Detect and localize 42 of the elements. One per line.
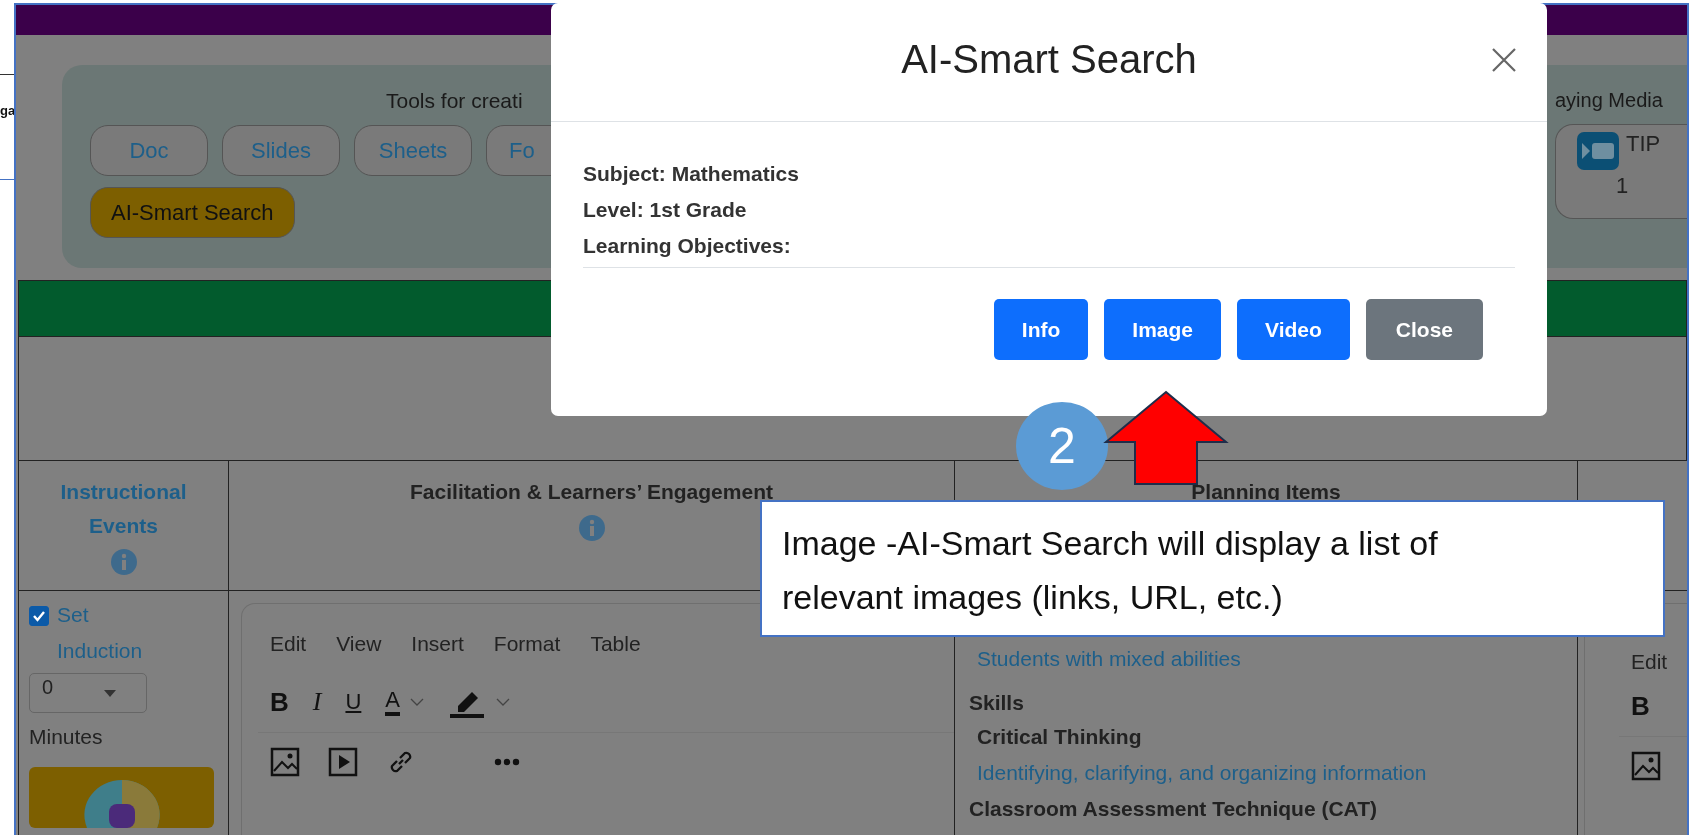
- menu-item[interactable]: Format: [493, 632, 561, 656]
- color-button[interactable]: A: [385, 688, 401, 716]
- chevron-down-icon: [496, 697, 511, 707]
- menu-item[interactable]: Edit: [270, 632, 307, 656]
- tool-button[interactable]: AI-Smart Search: [90, 187, 295, 238]
- underline-button[interactable]: U: [345, 689, 362, 715]
- checkbox-label: Set Induction: [57, 602, 144, 664]
- planning-heading: Critical Thinking: [976, 724, 1142, 750]
- search-button[interactable]: Video: [1237, 299, 1350, 360]
- menu-item[interactable]: Table: [590, 632, 641, 656]
- bold-button[interactable]: B: [1631, 690, 1650, 722]
- chevron-down-icon: [410, 697, 425, 707]
- planning-heading: Classroom Assessment Technique (CAT): [969, 796, 1378, 822]
- panel-title: aying Media: [1555, 89, 1663, 112]
- search-button[interactable]: Info: [993, 299, 1089, 360]
- minutes-select[interactable]: 0: [29, 673, 147, 714]
- search-button[interactable]: Image: [1104, 299, 1221, 360]
- italic-button[interactable]: I: [312, 687, 322, 717]
- planning-heading: Skills: [969, 690, 1024, 716]
- tip-button[interactable]: TIP 1: [1555, 124, 1687, 219]
- dialog-title: AI-Smart Search: [901, 36, 1197, 82]
- menu-item[interactable]: Edit: [1631, 650, 1668, 674]
- menu-item[interactable]: Insert: [411, 632, 464, 656]
- panel-title: Tools for creati: [386, 89, 523, 113]
- menu-item[interactable]: View: [336, 632, 382, 656]
- bold-button[interactable]: B: [270, 686, 289, 718]
- image-icon: [270, 747, 300, 777]
- image-icon: [1631, 751, 1661, 781]
- video-camera-icon: [1576, 131, 1620, 171]
- caret-icon: [104, 689, 116, 697]
- close-icon[interactable]: [1491, 47, 1517, 73]
- checkmark-icon: [32, 610, 46, 622]
- close-button[interactable]: Close: [1365, 299, 1483, 360]
- video-icon: [328, 747, 358, 777]
- more-icon: [494, 758, 520, 766]
- column-title: Instructional Events: [59, 479, 188, 539]
- minutes-label: Minutes: [29, 725, 103, 750]
- field-text: Level: 1st Grade: [583, 197, 747, 223]
- callout-text: Image -AI-Smart Search will display a list of relevant images (links, URL, etc.): [760, 500, 1665, 637]
- checkbox[interactable]: [29, 606, 49, 626]
- cut-text: ga: [0, 103, 16, 118]
- field-text: Learning Objectives:: [583, 233, 791, 259]
